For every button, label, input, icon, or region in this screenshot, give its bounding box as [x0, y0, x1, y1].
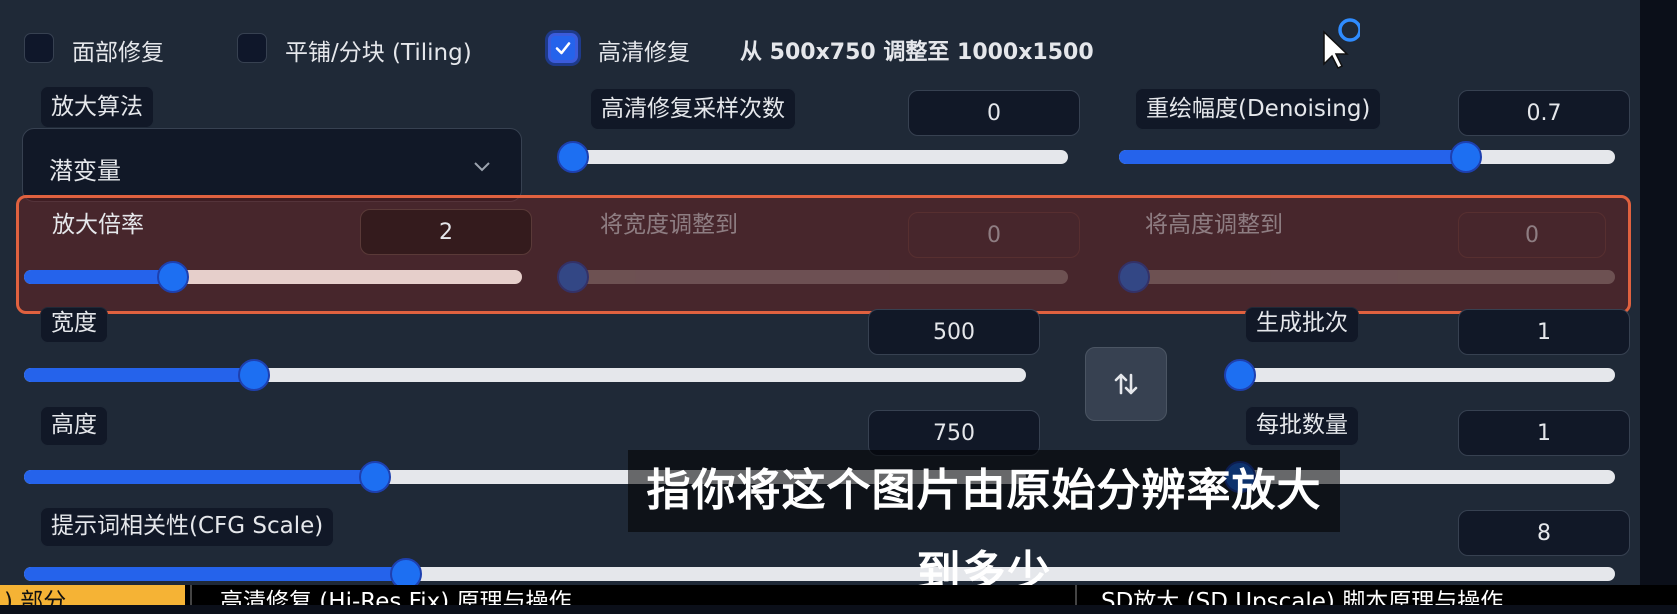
face-restore-label: 面部修复: [72, 40, 164, 66]
upscaler-label: 放大算法: [40, 86, 154, 128]
cfg-scale-fill: [24, 567, 406, 581]
denoising-input[interactable]: 0.7: [1458, 90, 1630, 136]
chapter-item-previous[interactable]: ) 部分: [0, 585, 185, 605]
width-fill: [24, 368, 255, 382]
cfg-scale-label: 提示词相关性(CFG Scale): [40, 507, 335, 547]
cfg-scale-slider[interactable]: [24, 558, 1615, 590]
width-thumb[interactable]: [238, 359, 271, 391]
denoising-fill: [1119, 150, 1467, 164]
resize-height-slider[interactable]: [1118, 261, 1615, 293]
hires-steps-thumb[interactable]: [557, 141, 589, 173]
upscale-by-label: 放大倍率: [52, 212, 144, 238]
check-icon: [555, 42, 571, 55]
batch-size-label: 每批数量: [1245, 406, 1359, 446]
denoising-slider[interactable]: [1119, 141, 1615, 173]
batch-count-thumb[interactable]: [1224, 359, 1256, 391]
tiling-checkbox[interactable]: [237, 33, 267, 63]
batch-count-label: 生成批次: [1245, 307, 1359, 343]
tiling-label: 平铺/分块 (Tiling): [285, 40, 472, 66]
chevron-down-icon: [474, 162, 490, 172]
resize-width-input[interactable]: 0: [908, 212, 1080, 258]
batch-size-input[interactable]: 1: [1458, 410, 1630, 456]
upscaler-select[interactable]: 潜变量: [22, 128, 522, 202]
cfg-scale-input[interactable]: 8: [1458, 510, 1630, 556]
hires-steps-slider[interactable]: [557, 141, 1068, 173]
denoising-thumb[interactable]: [1450, 141, 1483, 173]
upscale-highlight-box: [16, 195, 1631, 314]
height-label: 高度: [40, 406, 108, 446]
resize-width-thumb[interactable]: [557, 261, 589, 293]
chapter-item-sd-upscale[interactable]: SD放大 (SD Upscale) 脚本原理与操作: [1075, 585, 1677, 605]
chapter-bar: ) 部分 高清修复 (Hi-Res Fix) 原理与操作 SD放大 (SD Up…: [0, 585, 1677, 605]
video-subtitle: 指你将这个图片由原始分辨率放大到多少: [628, 450, 1340, 598]
resize-height-input[interactable]: 0: [1458, 212, 1606, 258]
denoising-label: 重绘幅度(Denoising): [1135, 88, 1382, 130]
batch-count-slider[interactable]: [1224, 359, 1615, 391]
hires-steps-label: 高清修复采样次数: [590, 88, 796, 130]
height-thumb[interactable]: [358, 461, 391, 493]
hires-fix-label: 高清修复: [598, 40, 690, 66]
height-fill: [24, 470, 375, 484]
resize-width-slider[interactable]: [557, 261, 1068, 293]
upscaler-selected-value: 潜变量: [49, 157, 121, 185]
chapter-item-hires-fix[interactable]: 高清修复 (Hi-Res Fix) 原理与操作: [190, 585, 1070, 605]
hires-resolution-note: 从 500x750 调整至 1000x1500: [740, 40, 1094, 65]
resize-width-label: 将宽度调整到: [600, 212, 738, 238]
resize-height-label: 将高度调整到: [1145, 212, 1283, 238]
upscale-by-fill: [24, 270, 174, 284]
resize-height-thumb[interactable]: [1118, 261, 1150, 293]
swap-arrows-icon: [1114, 373, 1138, 395]
width-input[interactable]: 500: [868, 309, 1040, 355]
upscale-by-thumb[interactable]: [157, 261, 190, 293]
upscale-by-slider[interactable]: [24, 261, 522, 293]
mouse-cursor-icon: [1323, 18, 1360, 70]
face-restore-checkbox[interactable]: [24, 33, 54, 63]
batch-count-input[interactable]: 1: [1458, 309, 1630, 355]
hires-fix-checkbox[interactable]: [548, 33, 578, 63]
upscale-by-input[interactable]: 2: [360, 209, 532, 255]
swap-dimensions-button[interactable]: [1085, 347, 1167, 421]
scrollbar-gutter: [1642, 0, 1677, 585]
width-slider[interactable]: [24, 359, 1026, 391]
width-label: 宽度: [40, 307, 108, 343]
hires-steps-input[interactable]: 0: [908, 90, 1080, 136]
